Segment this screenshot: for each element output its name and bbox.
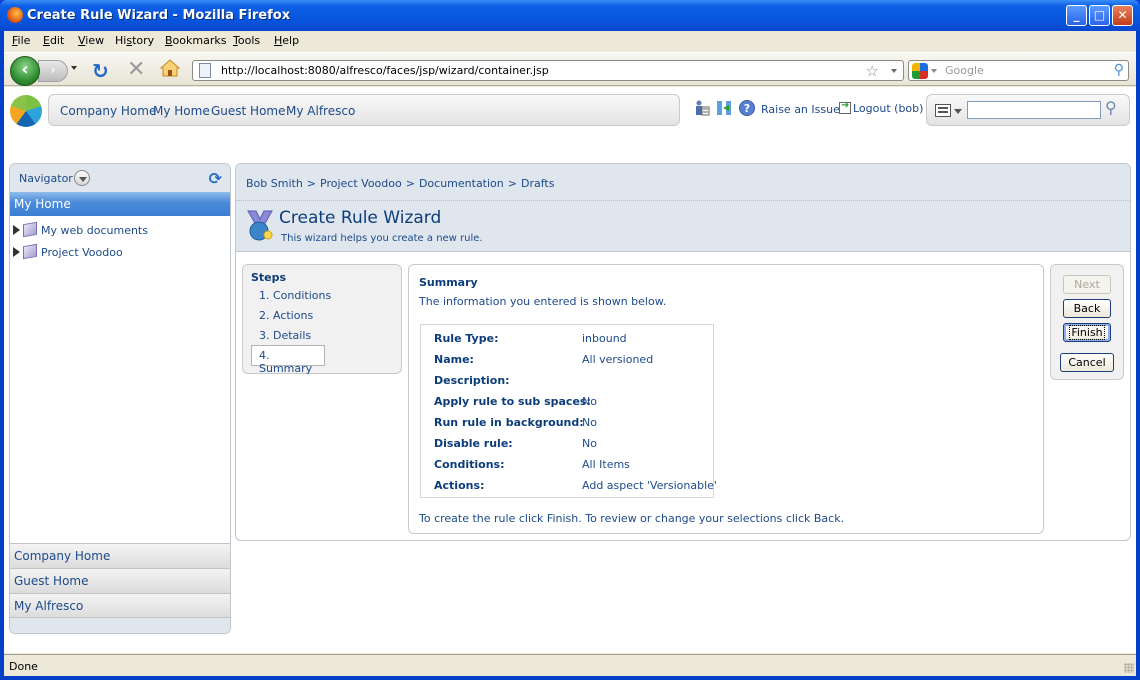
step-summary[interactable]: 4. Summary (251, 345, 325, 375)
space-icon (23, 243, 37, 260)
browser-window: Create Rule Wizard - Mozilla Firefox _ □… (0, 0, 1140, 680)
wizard-panel: Bob Smith > Project Voodoo > Documentation > D… (235, 163, 1131, 541)
back-button[interactable]: Back (1063, 299, 1111, 318)
window-title: Create Rule Wizard - Mozilla Firefox (27, 8, 291, 23)
close-button[interactable]: ✕ (1112, 5, 1133, 26)
search-options-icon[interactable] (935, 104, 951, 117)
navigator-header: Navigator ⟳ (10, 164, 230, 192)
link-guest-home[interactable]: Guest Home (211, 104, 286, 118)
shelf-company-home[interactable]: Company Home (10, 543, 230, 568)
summary-table: Rule Type: inbound Name: All versioned Des… (420, 324, 717, 498)
page-description: This wizard helps you create a new rule. (281, 233, 483, 244)
shelf-my-alfresco[interactable]: My Alfresco (10, 593, 230, 618)
svg-text:?: ? (744, 102, 750, 115)
summary-description: The information you entered is shown bel… (419, 295, 667, 308)
menu-bookmarks[interactable]: Bookmarks (165, 34, 226, 47)
menu-history[interactable]: History (115, 34, 154, 47)
page-content: Company Home My Home Guest Home My Alfre… (4, 87, 1136, 653)
breadcrumb: Bob Smith > Project Voodoo > Documentation > D… (246, 177, 555, 190)
url-bar[interactable]: http://localhost:8080/alfresco/faces/jsp… (192, 60, 904, 81)
tree-item[interactable]: My web documents (13, 221, 148, 238)
stop-icon[interactable]: ✕ (127, 57, 145, 82)
user-profile-icon[interactable] (694, 100, 710, 116)
breadcrumb-item[interactable]: Documentation (419, 177, 504, 190)
navigator-panel: Navigator ⟳ My Home My web documents Pro… (9, 163, 231, 634)
forward-button[interactable]: › (38, 60, 68, 82)
search-engine-dropdown-icon[interactable] (931, 69, 937, 73)
home-icon[interactable] (160, 59, 180, 77)
link-my-alfresco[interactable]: My Alfresco (286, 104, 355, 118)
url-input[interactable]: http://localhost:8080/alfresco/faces/jsp… (221, 64, 549, 77)
menu-tools[interactable]: Tools (233, 34, 260, 47)
menu-file[interactable]: File (12, 34, 30, 47)
breadcrumb-item[interactable]: Drafts (521, 177, 554, 190)
status-text: Done (9, 660, 38, 673)
google-icon[interactable] (912, 63, 928, 79)
next-button[interactable]: Next (1063, 275, 1111, 294)
alfresco-search-input[interactable] (967, 101, 1101, 119)
step-details[interactable]: 3. Details (259, 329, 311, 342)
finish-button[interactable]: Finish (1063, 323, 1111, 342)
maximize-button[interactable]: □ (1089, 5, 1110, 26)
search-icon[interactable]: ⚲ (1114, 62, 1124, 78)
tree-item[interactable]: Project Voodoo (13, 243, 123, 260)
navigator-title: Navigator (19, 172, 73, 185)
navigation-toolbar: › ‹ ↻ ✕ http://localhost:8080/alfresco/f… (4, 52, 1136, 86)
navigator-selected-my-home[interactable]: My Home (10, 192, 230, 216)
refresh-icon[interactable]: ⟳ (209, 169, 222, 188)
status-bar: Done (4, 654, 1136, 676)
history-dropdown-icon[interactable] (71, 66, 77, 70)
shelf-guest-home[interactable]: Guest Home (10, 568, 230, 593)
summary-panel: Summary The information you entered is s… (408, 264, 1044, 534)
logout-icon (839, 100, 851, 114)
search-icon[interactable]: ⚲ (1105, 98, 1117, 117)
alfresco-search: ⚲ (926, 94, 1130, 126)
navigator-dropdown-icon[interactable] (74, 170, 90, 186)
web-search-input[interactable]: Google (945, 64, 984, 77)
divider (236, 200, 1130, 201)
page-title: Create Rule Wizard (279, 208, 442, 228)
firefox-icon (7, 7, 23, 23)
search-options-dropdown-icon[interactable] (954, 109, 962, 114)
expand-arrow-icon[interactable] (13, 247, 20, 257)
breadcrumb-item[interactable]: Bob Smith (246, 177, 303, 190)
step-conditions[interactable]: 1. Conditions (259, 289, 331, 302)
summary-title: Summary (419, 276, 478, 289)
expand-arrow-icon[interactable] (13, 225, 20, 235)
breadcrumb-item[interactable]: Project Voodoo (320, 177, 402, 190)
step-actions[interactable]: 2. Actions (259, 309, 313, 322)
steps-panel: Steps 1. Conditions 2. Actions 3. Detail… (242, 264, 402, 375)
page-icon (199, 63, 211, 78)
reload-icon[interactable]: ↻ (92, 59, 109, 83)
menu-help[interactable]: Help (274, 34, 299, 47)
rule-wizard-icon (247, 210, 273, 241)
steps-title: Steps (251, 271, 287, 284)
browser-frame: File Edit View History Bookmarks Tools H… (4, 31, 1136, 676)
summary-footer: To create the rule click Finish. To revi… (419, 512, 845, 525)
url-dropdown-icon[interactable] (891, 69, 897, 73)
wizard-header: Bob Smith > Project Voodoo > Documentation > D… (236, 164, 1130, 252)
wizard-buttons-panel: Next Back Finish Cancel (1050, 264, 1124, 380)
back-button[interactable]: ‹ (10, 56, 40, 86)
menu-edit[interactable]: Edit (43, 34, 64, 47)
raise-issue-link[interactable]: Raise an Issue (761, 103, 840, 116)
menu-bar: File Edit View History Bookmarks Tools H… (4, 31, 1136, 51)
logout-link[interactable]: Logout (bob) (839, 100, 923, 115)
minimize-button[interactable]: _ (1066, 5, 1087, 26)
toggle-shelf-icon[interactable] (716, 100, 732, 116)
menu-view[interactable]: View (78, 34, 104, 47)
alfresco-logo (10, 95, 42, 127)
resize-grip[interactable] (1124, 663, 1134, 673)
web-search-bar[interactable]: Google ⚲ (908, 60, 1129, 81)
space-icon (23, 221, 37, 238)
navigator-footer (10, 617, 230, 633)
bookmark-star-icon[interactable]: ☆ (866, 62, 879, 80)
link-company-home[interactable]: Company Home (60, 104, 156, 118)
link-my-home[interactable]: My Home (153, 104, 210, 118)
cancel-button[interactable]: Cancel (1060, 353, 1114, 372)
title-bar: Create Rule Wizard - Mozilla Firefox _ □… (0, 0, 1140, 31)
help-icon[interactable]: ? (739, 100, 755, 116)
top-links-bar: Company Home My Home Guest Home My Alfre… (48, 94, 680, 126)
